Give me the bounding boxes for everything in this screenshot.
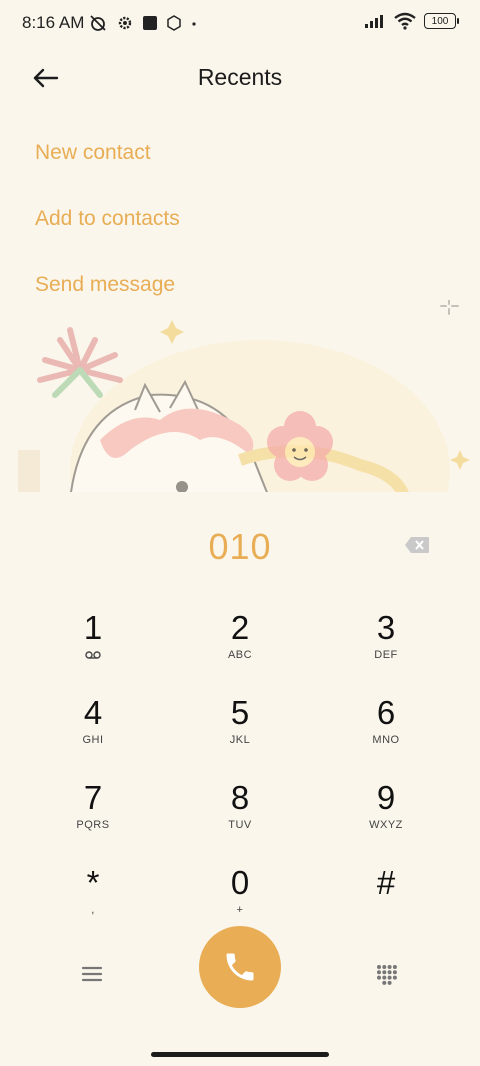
key-digit: 3: [376, 609, 396, 646]
key-digit: #: [376, 864, 396, 901]
key-digit: 1: [83, 609, 103, 646]
dialer-panel: 010 1 2 ABC 3 DEF 4 GHI 5 JKL 6 MNO 7 PQRS 8 TU…: [0, 492, 480, 1066]
top-bar: Recents: [0, 52, 480, 104]
key-digit: 9: [376, 779, 396, 816]
call-button[interactable]: [199, 926, 281, 1008]
battery-level: 100: [431, 15, 449, 27]
key-5[interactable]: 5 JKL: [180, 694, 300, 747]
key-digit: 7: [83, 779, 103, 816]
key-digit: *: [86, 864, 100, 901]
notification-icons: [88, 13, 198, 33]
wifi-icon: [394, 12, 416, 30]
key-letters: TUV: [228, 819, 252, 831]
home-indicator[interactable]: [151, 1052, 329, 1057]
page-title: Recents: [197, 64, 283, 90]
key-digit: 6: [376, 694, 396, 731]
status-bar: 8:16 AM 100: [0, 0, 480, 46]
battery-indicator: 100: [424, 13, 459, 29]
key-9[interactable]: 9 WXYZ: [326, 779, 446, 832]
key-8[interactable]: 8 TUV: [180, 779, 300, 832]
key-letters: WXYZ: [369, 819, 403, 831]
key-letters: ,: [91, 904, 95, 916]
phone-icon: [226, 953, 254, 981]
key-letters: ABC: [227, 649, 253, 661]
sparkle-icon: [160, 320, 184, 344]
alarm-off-icon: [90, 15, 106, 31]
settings-gear-icon: [118, 16, 132, 30]
key-star[interactable]: *,: [33, 864, 153, 917]
decorative-illustration: [18, 300, 470, 500]
key-2[interactable]: 2 ABC: [180, 609, 300, 662]
new-contact-link[interactable]: New contact: [35, 141, 151, 165]
key-letters: GHI: [82, 734, 104, 746]
key-digit: 0: [230, 864, 250, 901]
app-square-icon: [143, 16, 157, 30]
key-letters: MNO: [372, 734, 400, 746]
firework-icon: [37, 327, 123, 398]
signal-icon: [365, 15, 383, 28]
sparkle-icon: [440, 300, 459, 315]
key-7[interactable]: 7 PQRS: [33, 779, 153, 832]
key-3[interactable]: 3 DEF: [326, 609, 446, 662]
key-hash[interactable]: #: [326, 865, 446, 904]
key-letters: PQRS: [76, 819, 110, 831]
voicemail-icon: [85, 651, 101, 659]
dialpad-icon[interactable]: [376, 964, 398, 986]
more-dot-icon: [192, 22, 196, 26]
key-4[interactable]: 4 GHI: [33, 694, 153, 747]
key-letters: JKL: [229, 734, 251, 746]
status-time: 8:16 AM: [22, 13, 85, 32]
key-0[interactable]: 0 +: [180, 864, 300, 917]
menu-icon[interactable]: [80, 964, 104, 984]
key-digit: 4: [83, 694, 103, 731]
key-digit: 5: [230, 694, 250, 731]
key-1[interactable]: 1: [33, 610, 153, 665]
key-letters: DEF: [374, 649, 398, 661]
send-message-link[interactable]: Send message: [35, 273, 175, 297]
key-6[interactable]: 6 MNO: [326, 694, 446, 747]
add-to-contacts-link[interactable]: Add to contacts: [35, 207, 180, 231]
key-letters: +: [236, 904, 244, 916]
key-digit: 8: [230, 779, 250, 816]
shield-hex-icon: [167, 15, 181, 31]
status-right: 100: [364, 12, 459, 30]
key-digit: 2: [230, 609, 250, 646]
sparkle-icon: [450, 450, 470, 470]
backspace-icon[interactable]: [404, 536, 430, 554]
